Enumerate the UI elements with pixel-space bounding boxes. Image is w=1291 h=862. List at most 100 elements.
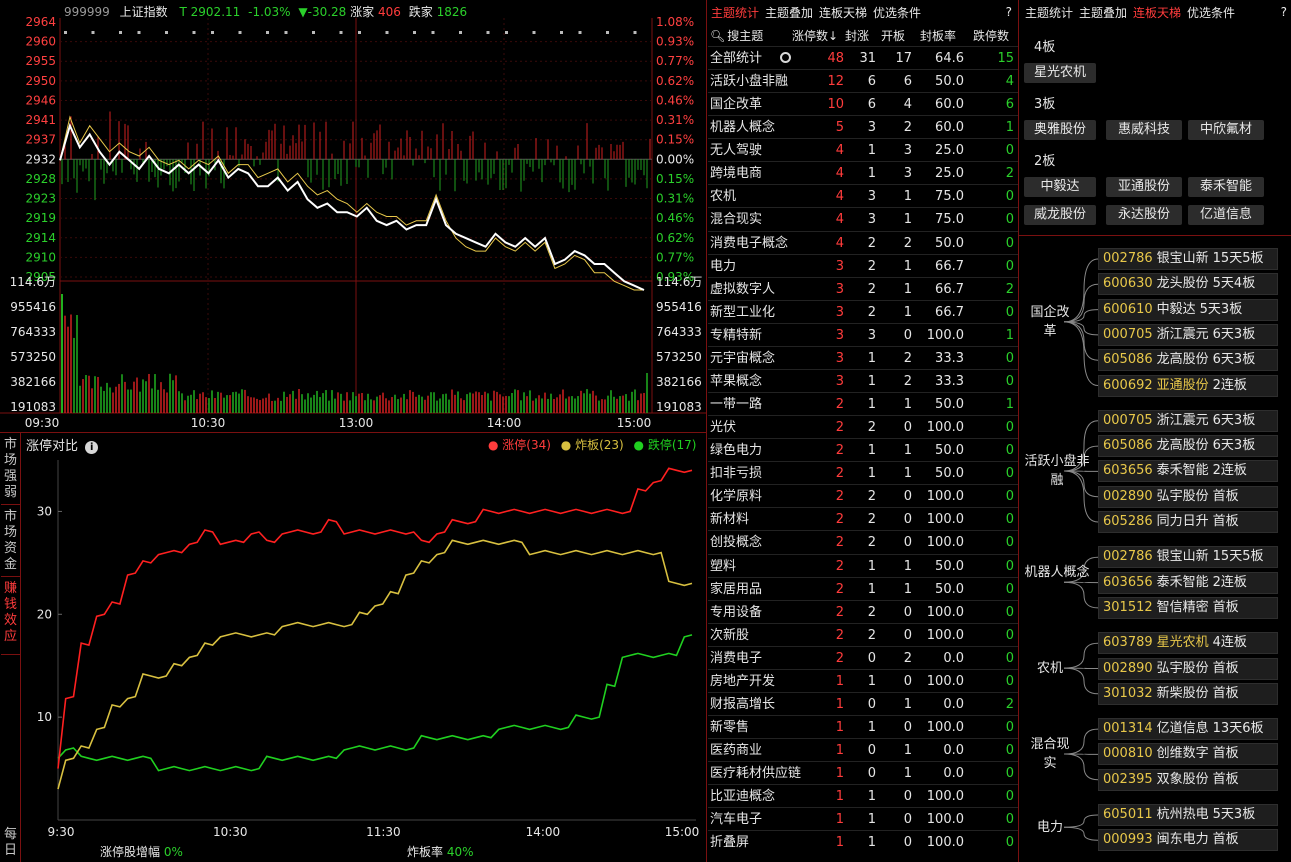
theme-row[interactable]: 折叠屏 1 1 0 100.0 0 bbox=[708, 830, 1018, 853]
price-tick: 2941 bbox=[25, 113, 56, 127]
theme-row[interactable]: 比亚迪概念 1 1 0 100.0 0 bbox=[708, 784, 1018, 807]
theme-row[interactable]: 一带一路 2 1 1 50.0 1 bbox=[708, 392, 1018, 415]
theme-row[interactable]: 财报高增长 1 0 1 0.0 2 bbox=[708, 691, 1018, 715]
ladder-stock-row[interactable]: 600630 龙头股份 5天4板 bbox=[1098, 273, 1278, 296]
theme-row[interactable]: 次新股 2 2 0 100.0 0 bbox=[708, 622, 1018, 646]
opened-count: 0 bbox=[903, 835, 912, 851]
tab-theme-stats[interactable]: 主题统计 bbox=[711, 4, 759, 21]
ladder-stock-row[interactable]: 001314 亿道信息 13天6板 bbox=[1098, 718, 1278, 741]
legend-dt[interactable]: ● 跌停(17) bbox=[634, 438, 697, 452]
col-sealrate[interactable]: 封板率 bbox=[920, 27, 956, 44]
ladder-stock-row[interactable]: 000705 浙江震元 6天3板 bbox=[1098, 323, 1278, 346]
ladder-stock-row[interactable]: 600692 亚通股份 2连板 bbox=[1098, 374, 1278, 397]
ladder-stock-row[interactable]: 002890 弘宇股份 首板 bbox=[1098, 485, 1278, 508]
theme-row[interactable]: 医疗耗材供应链 1 0 1 0.0 0 bbox=[708, 761, 1018, 784]
sealed-count: 6 bbox=[867, 97, 876, 113]
ladder-stock-row[interactable]: 000810 创维数字 首板 bbox=[1098, 743, 1278, 766]
price-tick: 2932 bbox=[25, 152, 56, 166]
ladder-stock-chip[interactable]: 中毅达 bbox=[1024, 177, 1096, 197]
ladder-stock-row[interactable]: 603656 泰禾智能 2连板 bbox=[1098, 460, 1278, 483]
theme-row[interactable]: 消费电子 2 0 2 0.0 0 bbox=[708, 645, 1018, 669]
ladder-stock-chip[interactable]: 永达股份 bbox=[1106, 205, 1182, 225]
ladder-stock-row[interactable]: 002890 弘宇股份 首板 bbox=[1098, 657, 1278, 680]
ladder-stock-row[interactable]: 603656 泰禾智能 2连板 bbox=[1098, 571, 1278, 594]
theme-row[interactable]: 混合现实 4 3 1 75.0 0 bbox=[708, 207, 1018, 230]
theme-row[interactable]: 创投概念 2 2 0 100.0 0 bbox=[708, 530, 1018, 553]
side-tab-funds[interactable]: 市场资金 bbox=[1, 507, 20, 577]
ladder-stock-row[interactable]: 301032 新柴股份 首板 bbox=[1098, 682, 1278, 705]
theme-row[interactable]: 苹果概念 3 1 2 33.3 0 bbox=[708, 368, 1018, 392]
ladder-stock-row[interactable]: 002786 银宝山新 15天5板 bbox=[1098, 248, 1278, 270]
ladder-stock-chip[interactable]: 惠威科技 bbox=[1106, 120, 1182, 140]
ladder-stock-chip[interactable]: 泰禾智能 bbox=[1188, 177, 1264, 197]
theme-row[interactable]: 跨境电商 4 1 3 25.0 2 bbox=[708, 161, 1018, 184]
theme-row[interactable]: 医药商业 1 0 1 0.0 0 bbox=[708, 738, 1018, 761]
theme-row[interactable]: 化学原料 2 2 0 100.0 0 bbox=[708, 484, 1018, 507]
theme-row[interactable]: 全部统计 48 31 17 64.6 15 bbox=[708, 46, 1018, 69]
side-tab-strength[interactable]: 市场强弱 bbox=[1, 435, 20, 505]
theme-row[interactable]: 专用设备 2 2 0 100.0 0 bbox=[708, 599, 1018, 623]
ladder-stock-chip[interactable]: 亿道信息 bbox=[1188, 205, 1264, 225]
side-tab-profit[interactable]: 赚钱效应 bbox=[1, 579, 20, 655]
ladder-stock-chip[interactable]: 奥雅股份 bbox=[1024, 120, 1096, 140]
side-tab-daily[interactable]: 每日 bbox=[1, 825, 20, 861]
ladder-stock-row[interactable]: 000993 闽东电力 首板 bbox=[1098, 829, 1278, 852]
col-opened[interactable]: 开板 bbox=[881, 27, 905, 44]
limit-down-count: 0 bbox=[1005, 673, 1014, 689]
theme-row[interactable]: 汽车电子 1 1 0 100.0 0 bbox=[708, 807, 1018, 830]
ladder-tab-preferred[interactable]: 优选条件 bbox=[1187, 4, 1235, 21]
theme-row[interactable]: 专精特新 3 3 0 100.0 1 bbox=[708, 322, 1018, 346]
theme-row[interactable]: 新零售 1 1 0 100.0 0 bbox=[708, 715, 1018, 738]
theme-row[interactable]: 元宇宙概念 3 1 2 33.3 0 bbox=[708, 345, 1018, 369]
tab-theme-overlay[interactable]: 主题叠加 bbox=[765, 4, 813, 21]
theme-row[interactable]: 扣非亏损 2 1 1 50.0 0 bbox=[708, 461, 1018, 484]
theme-row[interactable]: 房地产开发 1 1 0 100.0 0 bbox=[708, 668, 1018, 692]
ladder-tab-ladder[interactable]: 连板天梯 bbox=[1133, 4, 1181, 21]
ring-icon[interactable] bbox=[780, 52, 791, 63]
stock-code: 600692 bbox=[1103, 377, 1153, 393]
theme-row[interactable]: 机器人概念 5 3 2 60.0 1 bbox=[708, 115, 1018, 138]
tab-preferred[interactable]: 优选条件 bbox=[873, 4, 921, 21]
ladder-stock-chip[interactable]: 亚通股份 bbox=[1106, 177, 1182, 197]
ladder-stock-row[interactable]: 605286 同力日升 首板 bbox=[1098, 511, 1278, 533]
search-theme[interactable]: 🔍︎ 搜主题 bbox=[710, 27, 763, 44]
ladder-stock-chip[interactable]: 威龙股份 bbox=[1024, 205, 1096, 225]
ladder-stock-chip[interactable]: 星光农机 bbox=[1024, 63, 1096, 83]
tab-limit-ladder[interactable]: 连板天梯 bbox=[819, 4, 867, 21]
ladder-stock-row[interactable]: 605086 龙高股份 6天3板 bbox=[1098, 349, 1278, 372]
col-limitdown[interactable]: 跌停数 bbox=[973, 27, 1009, 44]
legend-zt[interactable]: ● 涨停(34) bbox=[488, 438, 551, 452]
col-limitup[interactable]: 涨停数↓ bbox=[792, 27, 838, 44]
ladder-stock-chip[interactable]: 中欣氟材 bbox=[1188, 120, 1264, 140]
theme-row[interactable]: 新材料 2 2 0 100.0 0 bbox=[708, 507, 1018, 530]
col-sealed[interactable]: 封涨 bbox=[845, 27, 869, 44]
theme-row[interactable]: 新型工业化 3 2 1 66.7 0 bbox=[708, 299, 1018, 323]
ladder-tab-stats[interactable]: 主题统计 bbox=[1025, 4, 1073, 21]
theme-row[interactable]: 消费电子概念 4 2 2 50.0 0 bbox=[708, 230, 1018, 254]
theme-row[interactable]: 绿色电力 2 1 1 50.0 0 bbox=[708, 438, 1018, 461]
index-chart[interactable]: 2964 1.08% 2960 0.93% 2955 0.77% 2950 0.62% 2946… bbox=[0, 0, 706, 432]
theme-row[interactable]: 农机 4 3 1 75.0 0 bbox=[708, 184, 1018, 207]
ladder-stock-row[interactable]: 603789 星光农机 4连板 bbox=[1098, 632, 1278, 655]
ladder-stock-row[interactable]: 600610 中毅达 5天3板 bbox=[1098, 298, 1278, 321]
footer-label1: 涨停股增幅 bbox=[100, 845, 161, 859]
theme-row[interactable]: 虚拟数字人 3 2 1 66.7 2 bbox=[708, 276, 1018, 300]
theme-row[interactable]: 电力 3 2 1 66.7 0 bbox=[708, 253, 1018, 277]
theme-row[interactable]: 家居用品 2 1 1 50.0 0 bbox=[708, 576, 1018, 600]
ladder-stock-row[interactable]: 301512 智信精密 首板 bbox=[1098, 596, 1278, 619]
theme-row[interactable]: 国企改革 10 6 4 60.0 6 bbox=[708, 92, 1018, 115]
ladder-tab-overlay[interactable]: 主题叠加 bbox=[1079, 4, 1127, 21]
legend-zb[interactable]: ● 炸板(23) bbox=[561, 438, 624, 452]
help-button[interactable]: ? bbox=[1006, 5, 1012, 19]
ladder-stock-row[interactable]: 002395 双象股份 首板 bbox=[1098, 768, 1278, 791]
ladder-stock-row[interactable]: 605011 杭州热电 5天3板 bbox=[1098, 804, 1278, 826]
theme-row[interactable]: 活跃小盘非融 12 6 6 50.0 4 bbox=[708, 69, 1018, 92]
theme-row[interactable]: 塑料 2 1 1 50.0 0 bbox=[708, 553, 1018, 577]
limit-chart[interactable]: 30 20 10 9:30 10:30 11:30 14:00 15:00 bbox=[22, 452, 706, 862]
ladder-help-button[interactable]: ? bbox=[1281, 5, 1287, 19]
theme-row[interactable]: 无人驾驶 4 1 3 25.0 0 bbox=[708, 138, 1018, 161]
ladder-stock-row[interactable]: 002786 银宝山新 15天5板 bbox=[1098, 546, 1278, 569]
theme-row[interactable]: 光伏 2 2 0 100.0 0 bbox=[708, 415, 1018, 438]
ladder-stock-row[interactable]: 605086 龙高股份 6天3板 bbox=[1098, 435, 1278, 458]
ladder-stock-row[interactable]: 000705 浙江震元 6天3板 bbox=[1098, 409, 1278, 432]
